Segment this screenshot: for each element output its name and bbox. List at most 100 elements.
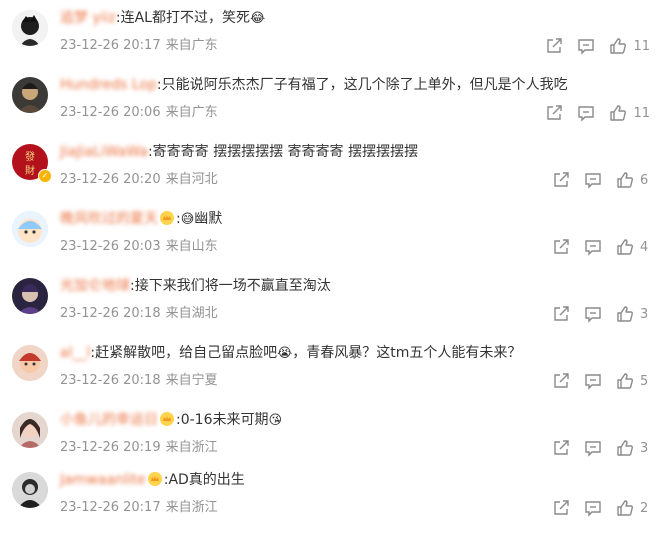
comment-text: AD真的出生 bbox=[168, 472, 245, 488]
comment-button[interactable] bbox=[577, 104, 595, 122]
like-button[interactable]: 11 bbox=[609, 104, 650, 122]
like-icon bbox=[617, 172, 633, 188]
share-button[interactable] bbox=[552, 238, 570, 256]
verified-badge-icon: ✓ bbox=[38, 169, 52, 183]
comment-button[interactable] bbox=[584, 171, 602, 189]
comment-item: 光加仑地球:接下来我们将一场不赢直至淘汰 23-12-26 20:18 来自湖北 … bbox=[0, 276, 660, 342]
share-button[interactable] bbox=[552, 305, 570, 323]
share-button[interactable] bbox=[552, 499, 570, 517]
comment-text-continued: ，青春风暴？这tm五个人能有未来？ bbox=[292, 345, 522, 361]
comment-icon bbox=[585, 307, 601, 323]
comment-icon bbox=[585, 441, 601, 457]
like-button[interactable]: 6 bbox=[616, 171, 650, 189]
username-link[interactable]: 光加仑地球 bbox=[60, 278, 130, 294]
username-link[interactable]: 追梦 yiiz bbox=[60, 10, 116, 26]
avatar[interactable] bbox=[12, 10, 48, 46]
username-link[interactable]: al__l bbox=[60, 345, 90, 361]
share-button[interactable] bbox=[552, 372, 570, 390]
comment-text: 只能说阿乐杰杰厂子有福了，这几个除了上单外，但凡是个人我吃 bbox=[161, 77, 568, 93]
comment-icon bbox=[585, 501, 601, 517]
comment-text: 赶紧解散吧，给自己留点脸吧 bbox=[95, 345, 278, 361]
comment-location: 来自宁夏 bbox=[165, 373, 218, 388]
comment-list: 追梦 yiiz:连AL都打不过，笑死😂 23-12-26 20:17 来自广东 1… bbox=[0, 0, 660, 522]
comment-text: 幽默 bbox=[194, 211, 223, 227]
emoji: 😅 bbox=[180, 212, 195, 227]
share-icon bbox=[547, 105, 563, 120]
like-icon bbox=[610, 105, 627, 121]
share-button[interactable] bbox=[552, 439, 570, 457]
avatar[interactable] bbox=[12, 211, 48, 247]
share-button[interactable] bbox=[545, 37, 563, 55]
comment-time: 23-12-26 20:20 bbox=[60, 172, 161, 187]
share-button[interactable] bbox=[552, 171, 570, 189]
comment-time: 23-12-26 20:17 bbox=[60, 38, 161, 53]
like-count: 3 bbox=[640, 306, 649, 322]
like-icon bbox=[617, 239, 633, 255]
comment-icon bbox=[585, 173, 601, 189]
comment-button[interactable] bbox=[584, 372, 602, 390]
comment-location: 来自浙江 bbox=[165, 500, 218, 515]
share-icon bbox=[554, 373, 569, 388]
emoji: 😂 bbox=[249, 11, 266, 26]
avatar[interactable] bbox=[12, 278, 48, 314]
like-button[interactable]: 5 bbox=[616, 372, 650, 390]
like-button[interactable]: 3 bbox=[616, 305, 650, 323]
like-count: 11 bbox=[633, 105, 650, 121]
comment-icon bbox=[585, 374, 601, 390]
comment-button[interactable] bbox=[584, 439, 602, 457]
like-button[interactable]: 4 bbox=[616, 238, 650, 256]
comment-text: 寄寄寄寄 摆摆摆摆摆 寄寄寄寄 摆摆摆摆摆 bbox=[152, 144, 419, 160]
comment-icon bbox=[578, 106, 595, 122]
comment-text: 连AL都打不过，笑死 bbox=[120, 10, 250, 26]
comment-button[interactable] bbox=[584, 238, 602, 256]
comment-icon bbox=[585, 240, 601, 256]
share-icon bbox=[554, 239, 569, 254]
share-button[interactable] bbox=[545, 104, 563, 122]
comment-button[interactable] bbox=[577, 37, 595, 55]
avatar[interactable] bbox=[12, 472, 48, 508]
avatar[interactable] bbox=[12, 345, 48, 381]
comment-time: 23-12-26 20:03 bbox=[60, 239, 161, 254]
like-button[interactable]: 11 bbox=[609, 37, 650, 55]
comment-item: 發財 ✓ JiaJiaLiWaWa:寄寄寄寄 摆摆摆摆摆 寄寄寄寄 摆摆摆摆摆 … bbox=[0, 142, 660, 208]
comment-time: 23-12-26 20:18 bbox=[60, 306, 161, 321]
crown-icon bbox=[160, 211, 174, 225]
comment-button[interactable] bbox=[584, 305, 602, 323]
username-link[interactable]: JiaJiaLiWaWa bbox=[60, 144, 148, 160]
like-button[interactable]: 2 bbox=[616, 499, 650, 517]
emoji: 😭 bbox=[277, 346, 293, 361]
like-icon bbox=[617, 373, 633, 389]
username-link[interactable]: 小鱼儿的幸运日 bbox=[60, 412, 158, 428]
share-icon bbox=[554, 500, 569, 515]
like-icon bbox=[617, 306, 633, 322]
comment-item: 晚风吹过的夏天:😅幽默 23-12-26 20:03 来自山东 4 bbox=[0, 209, 660, 275]
svg-text:財: 財 bbox=[25, 164, 35, 177]
avatar[interactable] bbox=[12, 412, 48, 448]
comment-location: 来自浙江 bbox=[165, 440, 218, 455]
comment-location: 来自山东 bbox=[165, 239, 218, 254]
share-icon bbox=[554, 440, 569, 455]
like-icon bbox=[617, 440, 633, 456]
comment-item: 追梦 yiiz:连AL都打不过，笑死😂 23-12-26 20:17 来自广东 1… bbox=[0, 8, 660, 74]
comment-location: 来自广东 bbox=[165, 38, 218, 53]
avatar[interactable] bbox=[12, 77, 48, 113]
like-count: 11 bbox=[633, 38, 650, 54]
comment-item: Jamwaanlite:AD真的出生 23-12-26 20:17 来自浙江 2 bbox=[0, 470, 660, 536]
comment-time: 23-12-26 20:18 bbox=[60, 373, 161, 388]
like-count: 6 bbox=[640, 172, 649, 188]
comment-icon bbox=[578, 39, 595, 55]
username-link[interactable]: 晚风吹过的夏天 bbox=[60, 211, 158, 227]
comment-text: 接下来我们将一场不赢直至淘汰 bbox=[134, 278, 331, 294]
crown-icon bbox=[147, 472, 162, 486]
like-count: 2 bbox=[640, 500, 649, 516]
crown-icon bbox=[160, 412, 174, 426]
share-icon bbox=[547, 38, 563, 53]
comment-button[interactable] bbox=[584, 499, 602, 517]
username-link[interactable]: Jamwaanlite bbox=[60, 472, 146, 488]
share-icon bbox=[554, 172, 569, 187]
comment-location: 来自湖北 bbox=[165, 306, 218, 321]
comment-time: 23-12-26 20:06 bbox=[60, 105, 161, 120]
username-link[interactable]: Hundreds Lop bbox=[60, 77, 157, 93]
like-button[interactable]: 3 bbox=[616, 439, 650, 457]
comment-time: 23-12-26 20:19 bbox=[60, 440, 161, 455]
